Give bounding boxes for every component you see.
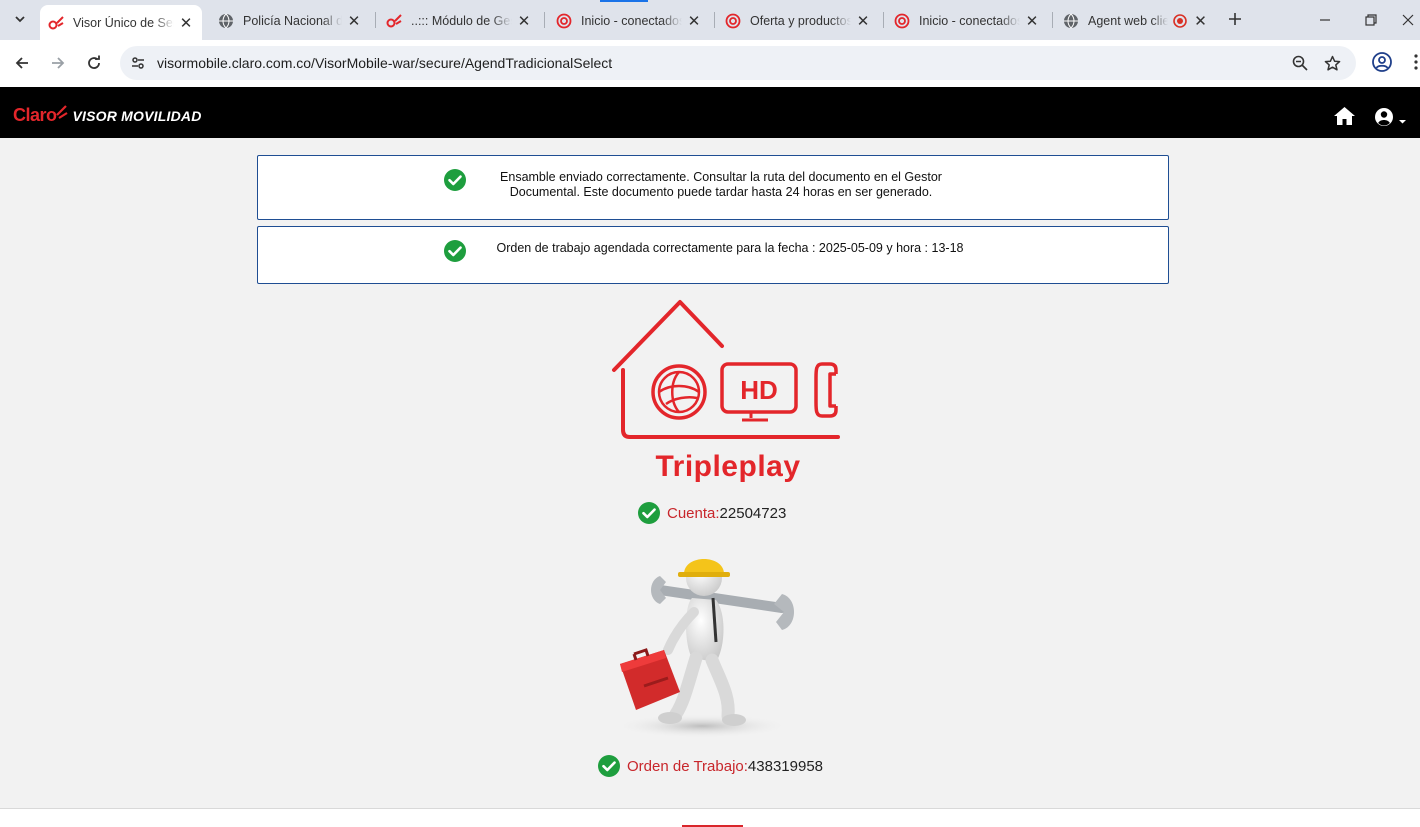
tab-visor-unico[interactable]: Visor Único de Servicios ✕ bbox=[40, 5, 202, 40]
tab-separator bbox=[375, 12, 376, 28]
close-window-button[interactable] bbox=[1396, 6, 1420, 34]
new-tab-button[interactable] bbox=[1224, 8, 1246, 30]
close-icon[interactable]: ✕ bbox=[1194, 13, 1207, 30]
tab-agent-web-client[interactable]: Agent web client ✕ bbox=[1055, 5, 1215, 36]
profile-button[interactable] bbox=[1371, 51, 1393, 73]
claro-mark-icon bbox=[55, 104, 68, 119]
check-circle-icon bbox=[598, 755, 620, 777]
site-info-button[interactable] bbox=[128, 53, 148, 73]
home-icon bbox=[1334, 107, 1355, 125]
tab-title: ..::: Módulo de Gestión bbox=[411, 13, 512, 28]
claro-circle-icon bbox=[556, 13, 572, 29]
reload-icon bbox=[88, 55, 100, 69]
service-name: Tripleplay bbox=[655, 450, 801, 483]
tv-icon: HD bbox=[720, 362, 798, 422]
zoom-out-icon bbox=[1292, 55, 1308, 71]
arrow-right-icon bbox=[52, 57, 65, 69]
minimize-icon bbox=[1320, 19, 1330, 21]
forward-button[interactable] bbox=[45, 50, 71, 76]
home-button[interactable] bbox=[1333, 106, 1356, 126]
phone-icon bbox=[814, 362, 838, 418]
user-circle-icon bbox=[1375, 108, 1406, 126]
tab-separator bbox=[714, 12, 715, 28]
work-order-line: Orden de Trabajo: 438319958 bbox=[598, 755, 823, 777]
logo-product: VISOR MOVILIDAD bbox=[72, 107, 202, 124]
more-vert-icon bbox=[1414, 54, 1418, 70]
address-bar[interactable]: visormobile.claro.com.co/VisorMobile-war… bbox=[120, 46, 1356, 80]
globe-icon bbox=[651, 364, 707, 420]
chevron-down-icon bbox=[15, 16, 25, 23]
tab-title: Inicio - conectados bbox=[919, 13, 1020, 28]
tab-title: Policía Nacional de Colombia bbox=[243, 13, 342, 28]
success-alert-ensamble: Ensamble enviado correctamente. Consulta… bbox=[257, 155, 1169, 220]
tab-separator bbox=[1052, 12, 1053, 28]
claro-logo-icon bbox=[386, 13, 402, 29]
close-icon[interactable]: ✕ bbox=[686, 13, 702, 30]
claro-circle-icon bbox=[894, 13, 910, 29]
close-icon bbox=[1402, 14, 1414, 26]
close-icon[interactable]: ✕ bbox=[855, 13, 871, 30]
url-text[interactable]: visormobile.claro.com.co/VisorMobile-war… bbox=[157, 55, 612, 71]
alert-line: Ensamble enviado correctamente. Consulta… bbox=[500, 170, 942, 184]
browser-menu-button[interactable] bbox=[1412, 52, 1420, 72]
minimize-button[interactable] bbox=[1303, 6, 1347, 34]
restore-button[interactable] bbox=[1349, 6, 1393, 34]
tab-policia[interactable]: Policía Nacional de Colombia ✕ bbox=[210, 5, 370, 36]
toolbox-icon bbox=[620, 648, 680, 710]
plus-icon bbox=[1229, 13, 1241, 25]
globe-icon bbox=[1063, 13, 1079, 29]
tab-title: Agent web client bbox=[1088, 13, 1168, 28]
claro-logo-icon bbox=[48, 15, 64, 31]
tab-title: Visor Único de Servicios bbox=[73, 15, 174, 30]
technician-illustration bbox=[614, 559, 794, 738]
logo-brand: Claro bbox=[13, 105, 57, 125]
reload-button[interactable] bbox=[81, 50, 107, 76]
zoom-button[interactable] bbox=[1290, 53, 1310, 73]
restore-icon bbox=[1365, 14, 1377, 26]
close-icon[interactable]: ✕ bbox=[1024, 13, 1040, 30]
account-circle-icon bbox=[1372, 52, 1392, 72]
work-order-value: 438319958 bbox=[747, 757, 824, 775]
close-icon[interactable]: ✕ bbox=[346, 13, 362, 30]
success-alert-orden: Orden de trabajo agendada correctamente … bbox=[257, 226, 1169, 284]
tab-loading-indicator bbox=[600, 0, 648, 2]
claro-circle-icon bbox=[725, 13, 741, 29]
back-button[interactable] bbox=[9, 50, 35, 76]
app-header: Claro VISOR MOVILIDAD bbox=[0, 87, 1420, 138]
alert-message: Orden de trabajo agendada correctamente … bbox=[496, 241, 964, 255]
star-icon bbox=[1324, 55, 1340, 71]
tab-title: Oferta y productos bbox=[750, 13, 851, 28]
account-label: Cuenta: bbox=[667, 504, 720, 522]
globe-icon bbox=[218, 13, 234, 29]
main-content: Ensamble enviado correctamente. Consulta… bbox=[0, 138, 1420, 808]
alert-message: Ensamble enviado correctamente. Consulta… bbox=[488, 170, 954, 200]
close-icon[interactable]: ✕ bbox=[516, 13, 532, 30]
tab-title: Inicio - conectados bbox=[581, 13, 682, 28]
tripleplay-house-illustration: HD bbox=[612, 300, 840, 439]
alert-line: Documental. Este documento puede tardar … bbox=[509, 185, 933, 199]
account-line: Cuenta: 22504723 bbox=[638, 502, 786, 524]
browser-toolbar: visormobile.claro.com.co/VisorMobile-war… bbox=[0, 40, 1420, 87]
tab-search-button[interactable] bbox=[8, 7, 32, 31]
tab-inicio-conectados-1[interactable]: Inicio - conectados ✕ bbox=[548, 5, 710, 36]
tab-oferta-productos[interactable]: Oferta y productos ✕ bbox=[717, 5, 879, 36]
browser-tab-strip: Visor Único de Servicios ✕ Policía Nacio… bbox=[0, 0, 1420, 40]
user-menu-button[interactable] bbox=[1374, 106, 1410, 128]
app-logo[interactable]: Claro VISOR MOVILIDAD bbox=[13, 104, 202, 126]
close-icon[interactable]: ✕ bbox=[178, 15, 194, 32]
check-circle-icon bbox=[444, 169, 466, 191]
recording-icon bbox=[1172, 13, 1188, 29]
check-circle-icon bbox=[444, 240, 466, 262]
account-value: 22504723 bbox=[719, 504, 787, 522]
tab-separator bbox=[883, 12, 884, 28]
work-order-label: Orden de Trabajo: bbox=[627, 757, 748, 775]
tab-separator bbox=[544, 12, 545, 28]
check-circle-icon bbox=[638, 502, 660, 524]
arrow-left-icon bbox=[15, 57, 28, 69]
tab-inicio-conectados-2[interactable]: Inicio - conectados ✕ bbox=[886, 5, 1048, 36]
tab-modulo-gestion[interactable]: ..::: Módulo de Gestión ✕ bbox=[378, 5, 540, 36]
hd-label: HD bbox=[740, 375, 778, 405]
tune-icon bbox=[132, 57, 144, 69]
bookmark-button[interactable] bbox=[1322, 53, 1342, 73]
